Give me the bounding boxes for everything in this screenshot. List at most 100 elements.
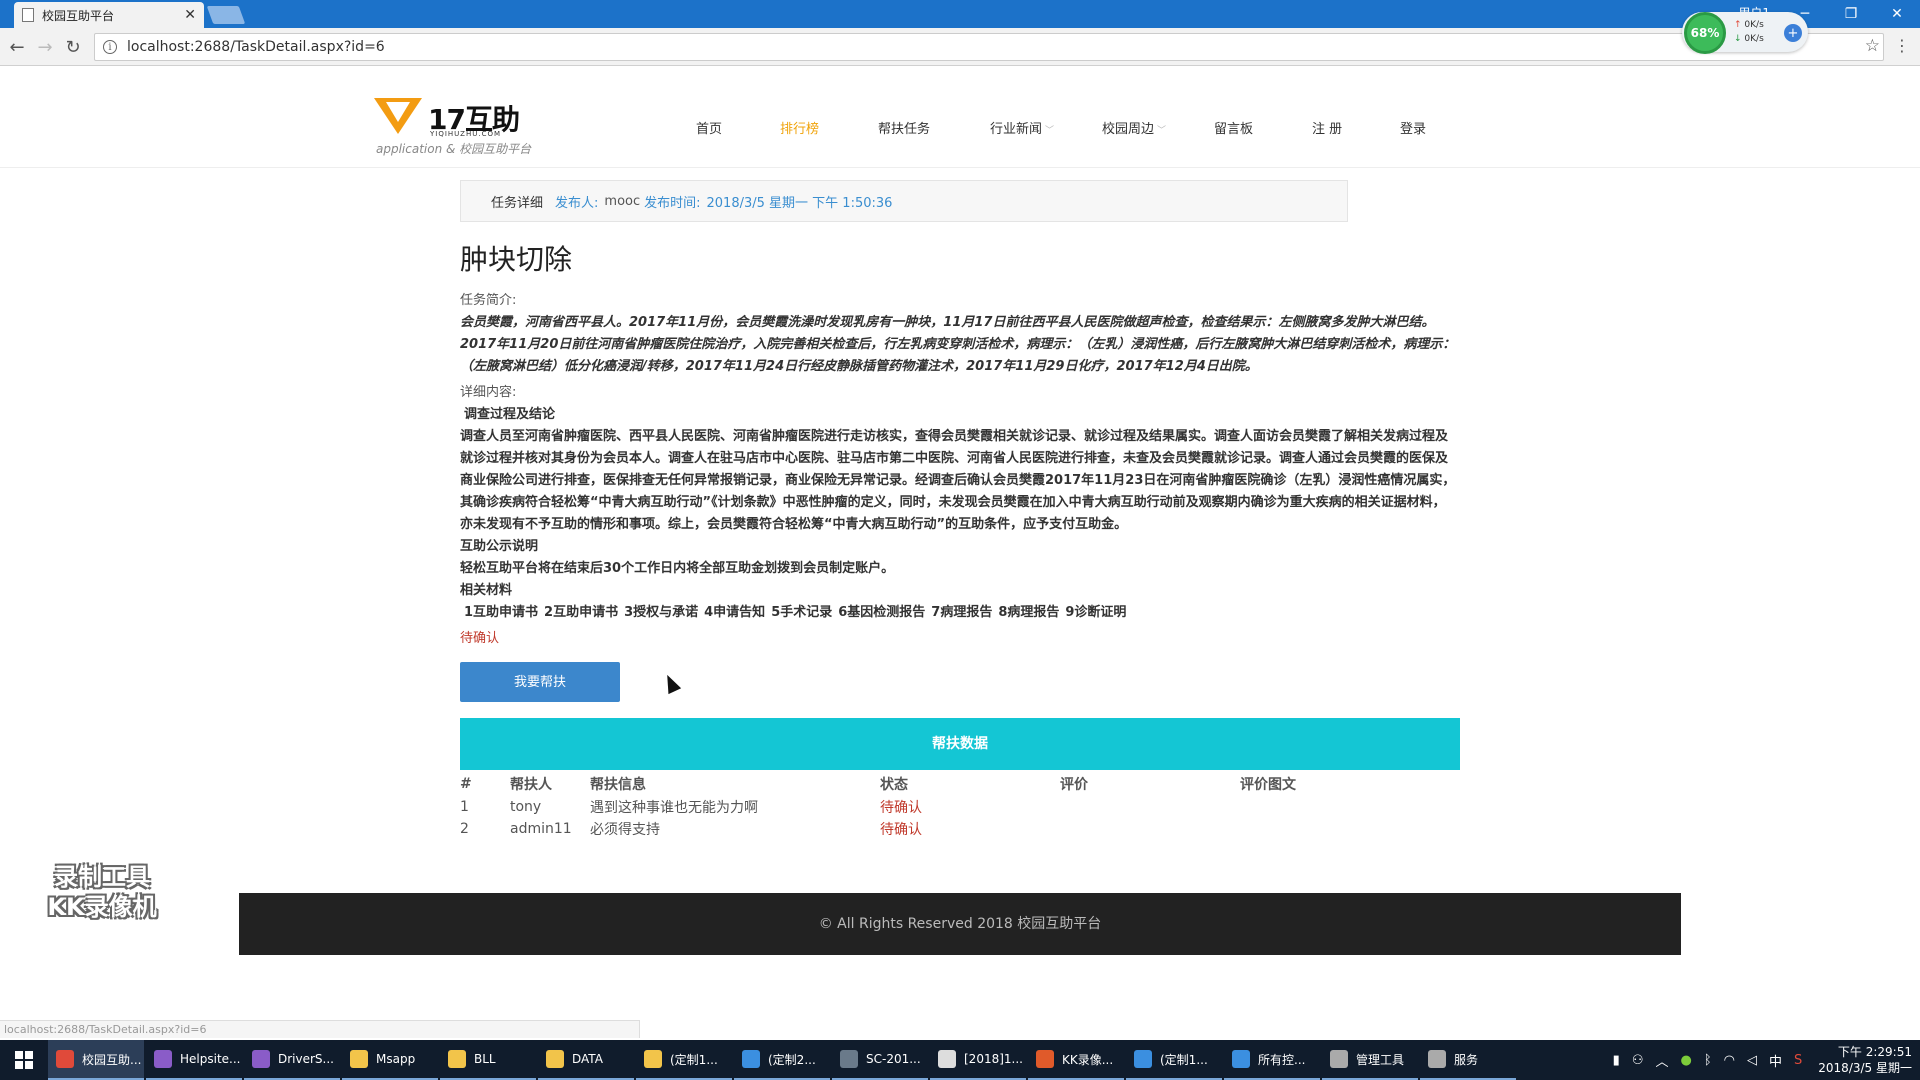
nav-industry-news[interactable]: 行业新闻 ﹀ bbox=[990, 118, 1054, 137]
shield-icon[interactable]: ● bbox=[1681, 1053, 1692, 1068]
taskbar-item-label: KK录像... bbox=[1062, 1052, 1114, 1067]
app-icon bbox=[56, 1050, 74, 1068]
nav-login[interactable]: 登录 bbox=[1400, 118, 1426, 137]
app-icon bbox=[1428, 1050, 1446, 1068]
taskbar-item[interactable]: DATA bbox=[538, 1040, 634, 1080]
row-rating-media bbox=[1240, 796, 1460, 818]
row-info: 必须得支持 bbox=[590, 822, 660, 838]
nav-help-tasks[interactable]: 帮扶任务 bbox=[878, 118, 930, 137]
restore-icon[interactable]: ❐ bbox=[1828, 0, 1874, 28]
taskbar-item[interactable]: KK录像... bbox=[1028, 1040, 1124, 1080]
col-number: # bbox=[460, 776, 472, 792]
row-helper: tony bbox=[510, 799, 542, 815]
row-info: 遇到这种事谁也无能为力啊 bbox=[590, 800, 758, 816]
app-icon bbox=[546, 1050, 564, 1068]
taskbar-item-label: 服务 bbox=[1454, 1052, 1479, 1067]
taskbar-item[interactable]: BLL bbox=[440, 1040, 536, 1080]
nav-home[interactable]: 首页 bbox=[696, 118, 722, 137]
publish-time-label: 发布时间: bbox=[644, 195, 701, 211]
task-detail: 肿块切除 任务简介: 会员樊霞，河南省西平县人。2017年11月份，会员樊霞洗澡… bbox=[460, 238, 1460, 840]
taskbar-item[interactable]: 所有控... bbox=[1224, 1040, 1320, 1080]
col-rating: 评价 bbox=[1060, 777, 1088, 793]
nav-register[interactable]: 注 册 bbox=[1312, 118, 1342, 137]
material-item: 6基因检测报告 bbox=[838, 605, 926, 620]
battery-icon[interactable]: ▮ bbox=[1613, 1053, 1620, 1068]
tab-title: 校园互助平台 bbox=[42, 8, 115, 23]
nav-campus-nearby[interactable]: 校园周边 ﹀ bbox=[1102, 118, 1166, 137]
chevron-down-icon: ﹀ bbox=[1157, 126, 1167, 136]
taskbar-item[interactable]: Helpsite... bbox=[146, 1040, 242, 1080]
more-menu-icon[interactable]: ⋮ bbox=[1894, 36, 1910, 55]
forward-arrow-icon[interactable]: → bbox=[32, 34, 58, 60]
url-text: localhost:2688/TaskDetail.aspx?id=6 bbox=[127, 39, 385, 55]
info-icon[interactable]: i bbox=[103, 40, 117, 54]
app-icon bbox=[1134, 1050, 1152, 1068]
taskbar-item-label: (定制1... bbox=[670, 1052, 718, 1067]
row-number: 2 bbox=[460, 821, 469, 837]
taskbar-item[interactable]: 管理工具 bbox=[1322, 1040, 1418, 1080]
taskbar-item[interactable]: Msapp bbox=[342, 1040, 438, 1080]
material-item: 4申请告知 bbox=[704, 605, 766, 620]
taskbar-apps: 校园互助... Helpsite... DriverS... Msapp BLL DATA… bbox=[48, 1040, 1518, 1080]
network-monitor-widget[interactable]: 68% ↑ 0K/s ↓ 0K/s + bbox=[1682, 12, 1808, 54]
ime-indicator[interactable]: 中 bbox=[1769, 1051, 1782, 1070]
close-window-icon[interactable]: ✕ bbox=[1874, 0, 1920, 28]
site-logo[interactable]: 17互助 YIQIHUZHU.COM application & 校园互助平台 bbox=[374, 98, 574, 158]
chevron-up-icon[interactable]: ︿ bbox=[1655, 1051, 1668, 1070]
taskbar-item[interactable]: (定制1... bbox=[636, 1040, 732, 1080]
help-button[interactable]: 我要帮扶 bbox=[460, 662, 620, 702]
people-icon[interactable]: ⚇ bbox=[1632, 1053, 1644, 1068]
app-icon bbox=[938, 1050, 956, 1068]
taskbar-item[interactable]: 服务 bbox=[1420, 1040, 1516, 1080]
summary-label: 任务简介: bbox=[460, 293, 517, 308]
back-arrow-icon[interactable]: ← bbox=[4, 34, 30, 60]
clock[interactable]: 下午 2:29:51 2018/3/5 星期一 bbox=[1818, 1044, 1912, 1076]
logo-tagline: application & 校园互助平台 bbox=[376, 142, 532, 156]
taskbar-item-label: (定制2... bbox=[768, 1052, 816, 1067]
app-icon bbox=[252, 1050, 270, 1068]
taskbar-item[interactable]: [2018]1... bbox=[930, 1040, 1026, 1080]
col-helper: 帮扶人 bbox=[510, 777, 552, 793]
row-status: 待确认 bbox=[880, 800, 922, 816]
crumb-label: 任务详细 bbox=[491, 195, 544, 211]
taskbar-item[interactable]: (定制1... bbox=[1126, 1040, 1222, 1080]
sogou-icon[interactable]: S bbox=[1794, 1053, 1802, 1068]
nav-message-board[interactable]: 留言板 bbox=[1214, 118, 1253, 137]
taskbar-item-label: Helpsite... bbox=[180, 1052, 241, 1066]
windows-logo-icon bbox=[15, 1051, 33, 1069]
taskbar-item[interactable]: DriverS... bbox=[244, 1040, 340, 1080]
site-header: 17互助 YIQIHUZHU.COM application & 校园互助平台 … bbox=[0, 66, 1920, 168]
bluetooth-icon[interactable]: ᛒ bbox=[1704, 1053, 1712, 1068]
reload-icon[interactable]: ↻ bbox=[60, 34, 86, 60]
taskbar-item-label: 管理工具 bbox=[1356, 1052, 1405, 1067]
material-item: 7病理报告 bbox=[931, 605, 993, 620]
close-icon[interactable]: ✕ bbox=[184, 7, 196, 23]
app-icon bbox=[350, 1050, 368, 1068]
app-icon bbox=[644, 1050, 662, 1068]
table-row: 2 admin11 必须得支持 待确认 bbox=[460, 818, 1460, 840]
task-status: 待确认 bbox=[460, 631, 500, 646]
col-status: 状态 bbox=[880, 777, 908, 793]
app-icon bbox=[840, 1050, 858, 1068]
clock-time: 下午 2:29:51 bbox=[1837, 1045, 1912, 1059]
task-meta-bar: 任务详细 发布人: mooc 发布时间: 2018/3/5 星期一 下午 1:5… bbox=[460, 180, 1348, 222]
wifi-icon[interactable]: ◠ bbox=[1724, 1053, 1735, 1068]
taskbar-item-label: 校园互助... bbox=[82, 1052, 142, 1067]
taskbar-item[interactable]: SC-201... bbox=[832, 1040, 928, 1080]
taskbar-item-label: [2018]1... bbox=[964, 1052, 1023, 1066]
bookmark-star-icon[interactable]: ☆ bbox=[1865, 36, 1880, 56]
nav-ranking[interactable]: 排行榜 bbox=[780, 118, 819, 137]
volume-icon[interactable]: ◁ bbox=[1747, 1053, 1757, 1068]
taskbar-item-label: SC-201... bbox=[866, 1052, 921, 1066]
notice-body: 轻松互助平台将在结束后30个工作日内将全部互助金划拨到会员制定账户。 bbox=[460, 561, 895, 576]
browser-tab[interactable]: 校园互助平台 ✕ bbox=[14, 2, 204, 28]
plus-icon[interactable]: + bbox=[1784, 24, 1802, 42]
material-item: 3授权与承诺 bbox=[624, 605, 699, 620]
detail-heading: 调查过程及结论 bbox=[464, 407, 556, 422]
new-tab-button[interactable] bbox=[206, 6, 246, 24]
url-input[interactable]: i localhost:2688/TaskDetail.aspx?id=6 bbox=[94, 33, 1884, 61]
taskbar-item[interactable]: 校园互助... bbox=[48, 1040, 144, 1080]
taskbar-item[interactable]: (定制2... bbox=[734, 1040, 830, 1080]
windows-taskbar: 校园互助... Helpsite... DriverS... Msapp BLL DATA… bbox=[0, 1040, 1920, 1080]
start-button[interactable] bbox=[0, 1040, 48, 1080]
